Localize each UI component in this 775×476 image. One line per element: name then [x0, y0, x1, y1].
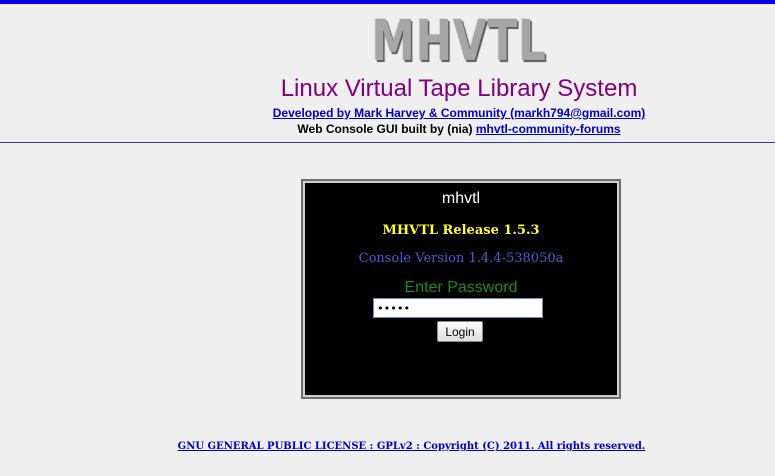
top-accent-bar	[0, 0, 775, 4]
credits-text: Web Console GUI built by (nia)	[297, 122, 473, 136]
release-version: MHVTL Release 1.5.3	[382, 223, 540, 238]
login-panel: mhvtl MHVTL Release 1.5.3 Console Versio…	[301, 179, 621, 399]
forum-link[interactable]: mhvtl-community-forums	[476, 122, 621, 136]
mhvtl-logo: MHVTL	[371, 8, 547, 74]
password-input[interactable]	[373, 298, 543, 318]
header-divider	[0, 142, 775, 143]
login-panel-title: mhvtl	[441, 190, 481, 207]
page-title: Linux Virtual Tape Library System	[280, 75, 638, 102]
password-label: Enter Password	[404, 279, 518, 296]
login-button[interactable]: Login	[437, 321, 483, 342]
license-link[interactable]: GNU GENERAL PUBLIC LICENSE : GPLv2 : Cop…	[0, 441, 775, 452]
developer-link[interactable]: Developed by Mark Harvey & Community (ma…	[259, 106, 659, 120]
console-version: Console Version 1.4.4-538050a	[358, 251, 564, 266]
credits-line: Web Console GUI built by (nia) mhvtl-com…	[259, 122, 659, 136]
